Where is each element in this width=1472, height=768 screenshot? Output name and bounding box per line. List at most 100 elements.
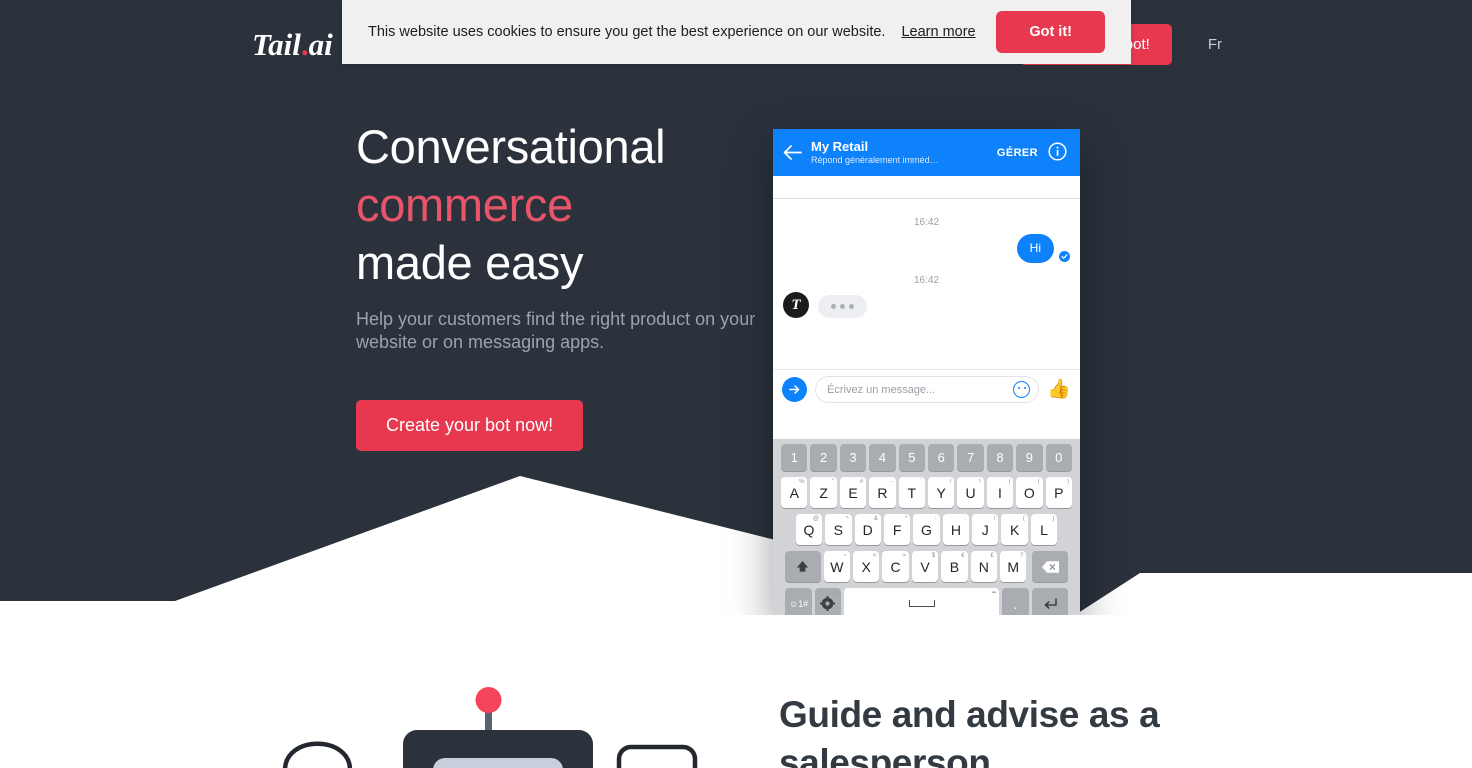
- enter-return-icon[interactable]: [1031, 588, 1068, 615]
- key-8[interactable]: 8: [986, 444, 1014, 471]
- key-alt: @: [813, 516, 820, 522]
- key-0[interactable]: 0: [1045, 444, 1072, 471]
- smiley-icon[interactable]: [1013, 381, 1031, 398]
- key-i[interactable]: I |: [986, 477, 1014, 508]
- key-alt: ): [1052, 516, 1055, 522]
- typing-dot: [849, 304, 854, 309]
- space-bar-glyph: [908, 600, 935, 607]
- chat-timestamp: 16:42: [913, 217, 940, 228]
- manage-button[interactable]: GÉRER: [997, 147, 1048, 159]
- language-selector[interactable]: Fr: [1208, 36, 1222, 53]
- hero-title-accent: commerce: [356, 178, 573, 231]
- key-a[interactable]: A%: [781, 477, 808, 508]
- info-circle-icon[interactable]: [1048, 141, 1070, 164]
- typing-indicator: [818, 295, 867, 318]
- key-alt: £: [990, 553, 994, 559]
- shift-up-icon[interactable]: ~: [784, 551, 821, 582]
- key-alt: #: [859, 479, 864, 485]
- key-5[interactable]: 5: [898, 444, 925, 471]
- cookie-message: This website uses cookies to ensure you …: [368, 24, 886, 40]
- diagonal-wedge-shape: [0, 455, 1472, 615]
- key-alt: $: [931, 553, 936, 559]
- key-alt: ~: [843, 553, 848, 559]
- page-root: Conversational commerce made easy Help y…: [0, 0, 1472, 768]
- key-s[interactable]: S ^: [825, 514, 852, 545]
- phone-mockup: My Retail Répond généralement imméd… GÉR…: [773, 129, 1080, 615]
- key-w[interactable]: W ~: [823, 551, 851, 582]
- key-alt: ": [831, 479, 834, 485]
- symbols-key[interactable]: ☺1#: [785, 588, 812, 615]
- key-z[interactable]: Z ": [810, 477, 837, 508]
- key-u[interactable]: U \: [957, 477, 984, 508]
- key-q[interactable]: Q @: [795, 514, 823, 545]
- section-heading-line2: salesperson: [779, 742, 991, 768]
- key-4[interactable]: 4: [869, 444, 896, 471]
- key-m[interactable]: M?: [999, 551, 1027, 582]
- avatar: T: [783, 292, 809, 318]
- section-heading: Guide and advise as a salesperson: [779, 691, 1199, 768]
- features-section: Guide and advise as a salesperson: [0, 615, 1472, 768]
- key-9[interactable]: 9: [1016, 444, 1043, 471]
- key-g[interactable]: G:: [913, 514, 940, 545]
- key-t[interactable]: T `: [898, 477, 925, 508]
- backspace-icon[interactable]: [1032, 551, 1069, 582]
- key-6[interactable]: 6: [928, 444, 955, 471]
- composer-spacer: [773, 409, 1080, 439]
- thumbs-up-icon[interactable]: 👍: [1047, 380, 1071, 399]
- key-p[interactable]: P): [1045, 477, 1072, 508]
- key-alt: -: [890, 479, 893, 485]
- period-key[interactable]: .: [1002, 588, 1029, 615]
- key-x[interactable]: X <: [853, 551, 880, 582]
- key-c[interactable]: C >: [882, 551, 909, 582]
- gear-icon[interactable]: ▪: [814, 588, 842, 615]
- send-arrow-icon[interactable]: [782, 377, 807, 402]
- message-input[interactable]: Écrivez un message...: [815, 376, 1040, 403]
- key-alt: ): [1066, 479, 1069, 485]
- key-f[interactable]: F *: [883, 514, 911, 545]
- key-alt: /: [949, 479, 952, 485]
- logo[interactable]: Tail.ai: [252, 29, 333, 60]
- hero-subtitle: Help your customers find the right produ…: [356, 309, 756, 352]
- key-d[interactable]: D &: [854, 514, 881, 545]
- messenger-header: My Retail Répond généralement imméd… GÉR…: [773, 129, 1080, 176]
- key-n[interactable]: N £: [970, 551, 997, 582]
- accept-cookies-button[interactable]: Got it!: [996, 11, 1105, 53]
- key-k[interactable]: K(: [1001, 514, 1028, 545]
- learn-more-link[interactable]: Learn more: [901, 24, 975, 40]
- key-2[interactable]: 2: [810, 444, 837, 471]
- keyboard-row-numbers: 1234567890: [776, 444, 1077, 471]
- key-v[interactable]: V $: [911, 551, 939, 582]
- chat-thread: 16:42 Hi 16:42 T: [773, 199, 1080, 369]
- messenger-subbar: [773, 176, 1080, 199]
- space-key[interactable]: ▪▪: [844, 588, 1000, 615]
- back-arrow-icon[interactable]: [783, 145, 809, 160]
- keyboard-row-bottom: ☺1# ▪ ▪▪ .: [776, 588, 1077, 615]
- key-j[interactable]: J!: [972, 514, 999, 545]
- key-7[interactable]: 7: [957, 444, 984, 471]
- key-l[interactable]: L): [1030, 514, 1058, 545]
- key-e[interactable]: E #: [839, 477, 867, 508]
- conversation-name: My Retail: [811, 139, 869, 154]
- key-1[interactable]: 1: [781, 444, 808, 471]
- key-3[interactable]: 3: [839, 444, 867, 471]
- page-title: Conversational commerce made easy: [356, 118, 756, 292]
- key-y[interactable]: Y /: [928, 477, 955, 508]
- key-alt: ~: [814, 553, 818, 559]
- key-alt: <: [872, 553, 877, 559]
- onscreen-keyboard: 1234567890 A% Z " E # R - T ` Y / U \ I | O(P) Q @ S ^ D & F *…: [773, 439, 1080, 615]
- key-alt: :: [935, 516, 937, 522]
- key-h[interactable]: H;: [942, 514, 970, 545]
- key-alt: (: [1037, 479, 1040, 485]
- typing-dot: [831, 304, 836, 309]
- chat-timestamp-2: 16:42: [913, 275, 940, 286]
- typing-dot: [840, 304, 845, 309]
- create-bot-button[interactable]: Create your bot now!: [356, 400, 584, 451]
- key-o[interactable]: O(: [1016, 477, 1043, 508]
- key-alt: ^: [845, 516, 849, 522]
- key-r[interactable]: R-: [869, 477, 896, 508]
- cookie-consent-banner: This website uses cookies to ensure you …: [342, 0, 1131, 64]
- keyboard-row-1: A% Z " E # R - T ` Y / U \ I | O(P): [776, 477, 1077, 508]
- key-alt: (: [1022, 516, 1025, 522]
- key-b[interactable]: B €: [941, 551, 968, 582]
- conversation-titles: My Retail Répond généralement imméd…: [809, 139, 997, 166]
